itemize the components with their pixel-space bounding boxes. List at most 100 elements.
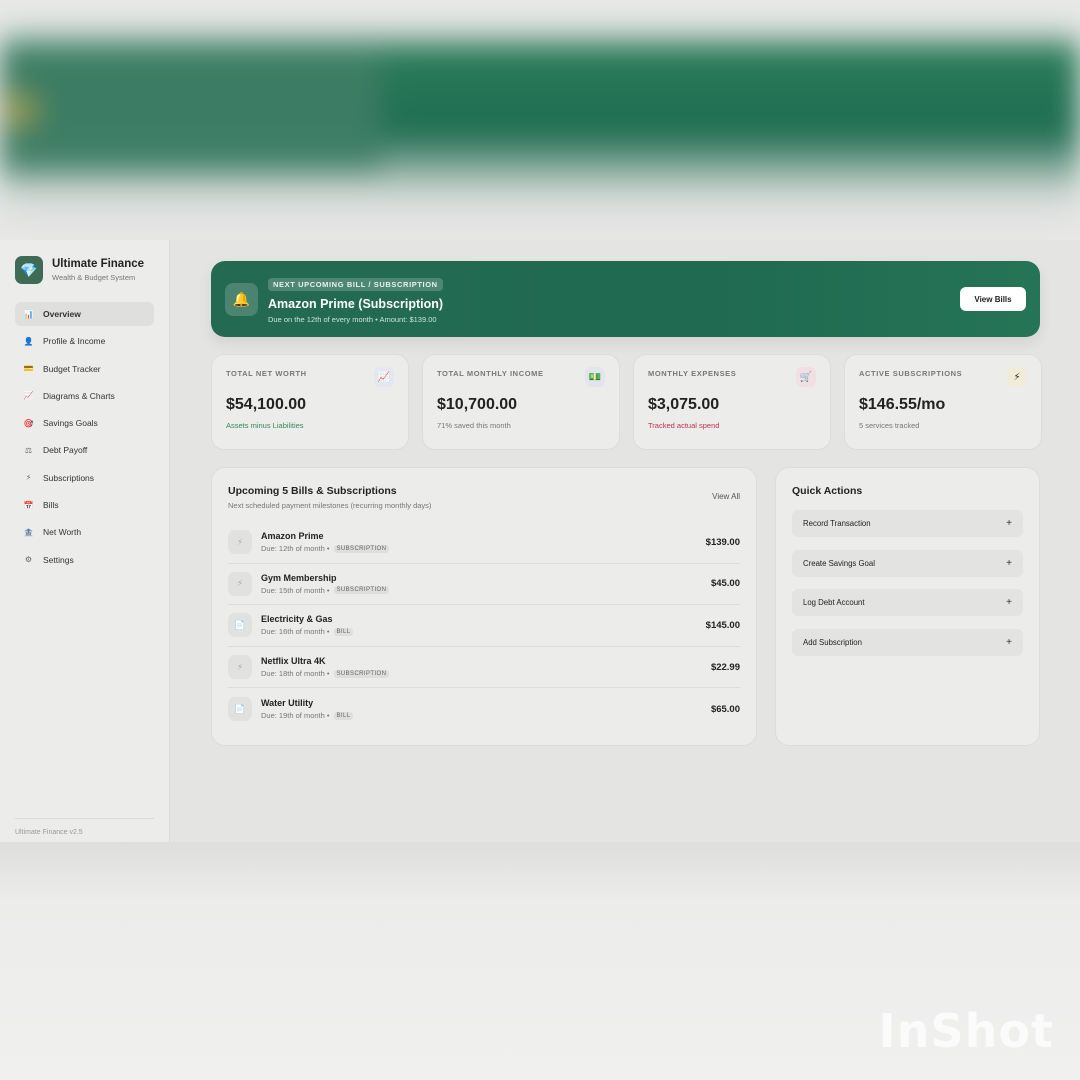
sidebar-item-label: Net Worth bbox=[43, 527, 82, 538]
bill-name: Electricity & Gas bbox=[261, 614, 333, 625]
sidebar-item-savings-goals[interactable]: 🎯 Savings Goals bbox=[15, 411, 154, 435]
bill-due: Due: 19th of month • bbox=[261, 711, 330, 721]
stat-label: TOTAL MONTHLY INCOME bbox=[437, 369, 544, 378]
bill-type-badge: SUBSCRIPTION bbox=[333, 669, 390, 678]
view-all-link[interactable]: View All bbox=[712, 492, 740, 501]
sidebar-item-label: Diagrams & Charts bbox=[43, 390, 115, 401]
blurred-dot bbox=[0, 90, 40, 130]
bill-amount: $45.00 bbox=[710, 578, 740, 590]
watermark-logo: InShot bbox=[878, 1004, 1054, 1058]
bill-due: Due: 16th of month • bbox=[261, 627, 330, 637]
sidebar-item-overview[interactable]: 📊 Overview bbox=[15, 302, 154, 326]
app-window: 💎 Ultimate Finance Wealth & Budget Syste… bbox=[0, 240, 1080, 842]
blurred-top-band bbox=[0, 0, 1080, 240]
bill-name: Water Utility bbox=[261, 698, 314, 709]
lightning-icon: ⚡ bbox=[228, 571, 252, 596]
banner-subtitle: Due on the 12th of every month • Amount:… bbox=[268, 315, 437, 324]
brand-tagline: Wealth & Budget System bbox=[52, 273, 136, 282]
money-icon: 💵 bbox=[585, 367, 605, 387]
bill-row[interactable]: ⚡ Gym Membership Due: 15th of month • SU… bbox=[228, 564, 740, 606]
sidebar-item-debt-payoff[interactable]: ⚖ Debt Payoff bbox=[15, 438, 154, 462]
lightning-icon: ⚡ bbox=[25, 473, 32, 483]
scale-icon: ⚖ bbox=[24, 445, 33, 455]
sidebar-item-bills[interactable]: 📅 Bills bbox=[15, 493, 154, 517]
bank-icon: 🏦 bbox=[23, 527, 34, 537]
stat-label: TOTAL NET WORTH bbox=[226, 369, 307, 378]
add-subscription-button[interactable]: Add Subscription + bbox=[792, 628, 1023, 656]
line-chart-icon: 📈 bbox=[23, 391, 34, 401]
sidebar-item-label: Overview bbox=[43, 309, 81, 319]
sidebar-item-net-worth[interactable]: 🏦 Net Worth bbox=[15, 520, 154, 544]
bill-row[interactable]: ⚡ Amazon Prime Due: 12th of month • SUBS… bbox=[228, 522, 740, 564]
gear-icon: ⚙ bbox=[24, 555, 33, 565]
stat-value: $146.55/mo bbox=[859, 396, 946, 413]
sidebar-item-label: Debt Payoff bbox=[43, 445, 88, 456]
sidebar-nav: 📊 Overview 👤 Profile & Income 💳 Budget T… bbox=[15, 302, 154, 572]
stat-label: MONTHLY EXPENSES bbox=[648, 369, 737, 378]
bill-amount: $139.00 bbox=[705, 536, 740, 548]
bar-chart-icon: 📊 bbox=[23, 309, 34, 319]
sidebar-item-label: Subscriptions bbox=[43, 472, 95, 483]
bills-title: Upcoming 5 Bills & Subscriptions bbox=[228, 485, 397, 497]
stat-cards: TOTAL NET WORTH 📈 $54,100.00 Assets minu… bbox=[211, 354, 1042, 450]
lightning-icon: ⚡ bbox=[1007, 367, 1027, 387]
sidebar-item-budget-tracker[interactable]: 💳 Budget Tracker bbox=[15, 357, 154, 381]
quick-action-label: Record Transaction bbox=[803, 519, 871, 528]
sidebar-item-label: Bills bbox=[43, 500, 59, 511]
quick-actions-title: Quick Actions bbox=[792, 485, 863, 497]
bill-type-badge: SUBSCRIPTION bbox=[333, 544, 390, 553]
view-bills-button[interactable]: View Bills bbox=[960, 287, 1026, 311]
gem-icon: 💎 bbox=[15, 256, 43, 284]
brand: 💎 Ultimate Finance Wealth & Budget Syste… bbox=[15, 256, 154, 284]
stat-card-active-subscriptions: ACTIVE SUBSCRIPTIONS ⚡ $146.55/mo 5 serv… bbox=[844, 354, 1042, 450]
chart-up-icon: 📈 bbox=[374, 367, 394, 387]
bell-icon: 🔔 bbox=[225, 282, 258, 316]
bill-meta: Due: 16th of month • BILL bbox=[261, 627, 354, 637]
sidebar-item-profile-income[interactable]: 👤 Profile & Income bbox=[15, 329, 154, 353]
bill-meta: Due: 15th of month • SUBSCRIPTION bbox=[261, 586, 390, 595]
bill-list: ⚡ Amazon Prime Due: 12th of month • SUBS… bbox=[228, 522, 740, 730]
bill-type-badge: BILL bbox=[333, 711, 354, 720]
stat-note: 5 services tracked bbox=[859, 421, 920, 430]
bill-name: Gym Membership bbox=[261, 572, 337, 583]
bill-row[interactable]: 📄 Electricity & Gas Due: 16th of month •… bbox=[228, 605, 740, 647]
user-icon: 👤 bbox=[23, 336, 34, 346]
bill-meta: Due: 19th of month • BILL bbox=[261, 711, 354, 721]
sidebar-item-label: Settings bbox=[43, 554, 74, 565]
plus-icon: + bbox=[1006, 597, 1012, 608]
stat-card-monthly-expenses: MONTHLY EXPENSES 🛒 $3,075.00 Tracked act… bbox=[633, 354, 831, 450]
record-transaction-button[interactable]: Record Transaction + bbox=[792, 510, 1023, 537]
credit-card-icon: 💳 bbox=[23, 364, 34, 374]
bill-row[interactable]: 📄 Water Utility Due: 19th of month • BIL… bbox=[228, 688, 740, 730]
bill-due: Due: 12th of month • bbox=[261, 544, 330, 554]
stat-note: Assets minus Liabilities bbox=[226, 421, 304, 430]
sidebar-item-settings[interactable]: ⚙ Settings bbox=[15, 548, 154, 572]
stat-value: $10,700.00 bbox=[437, 396, 518, 413]
quick-action-label: Add Subscription bbox=[803, 637, 862, 647]
create-savings-goal-button[interactable]: Create Savings Goal + bbox=[792, 549, 1023, 577]
stat-card-net-worth: TOTAL NET WORTH 📈 $54,100.00 Assets minu… bbox=[211, 354, 409, 450]
bill-name: Netflix Ultra 4K bbox=[261, 656, 326, 667]
quick-action-label: Log Debt Account bbox=[803, 598, 865, 607]
lower-panels: Upcoming 5 Bills & Subscriptions Next sc… bbox=[211, 467, 1042, 746]
blurred-block bbox=[0, 50, 380, 170]
sidebar-item-diagrams-charts[interactable]: 📈 Diagrams & Charts bbox=[15, 384, 154, 408]
lightning-icon: ⚡ bbox=[228, 530, 252, 555]
sidebar-item-label: Profile & Income bbox=[43, 336, 106, 347]
stat-note: 71% saved this month bbox=[437, 421, 511, 430]
app-version: Ultimate Finance v2.5 bbox=[15, 818, 154, 836]
next-bill-banner: 🔔 NEXT UPCOMING BILL / SUBSCRIPTION Amaz… bbox=[211, 261, 1040, 337]
bill-due: Due: 18th of month • bbox=[261, 669, 330, 679]
sidebar-item-subscriptions[interactable]: ⚡ Subscriptions bbox=[15, 466, 154, 490]
bill-name: Amazon Prime bbox=[261, 531, 324, 542]
document-icon: 📄 bbox=[228, 697, 252, 722]
sidebar-item-label: Budget Tracker bbox=[43, 363, 101, 374]
bill-row[interactable]: ⚡ Netflix Ultra 4K Due: 18th of month • … bbox=[228, 647, 740, 689]
calendar-icon: 📅 bbox=[23, 500, 34, 510]
stat-label: ACTIVE SUBSCRIPTIONS bbox=[859, 369, 963, 378]
sidebar: 💎 Ultimate Finance Wealth & Budget Syste… bbox=[0, 240, 170, 842]
bill-meta: Due: 18th of month • SUBSCRIPTION bbox=[261, 669, 390, 679]
log-debt-account-button[interactable]: Log Debt Account + bbox=[792, 589, 1023, 616]
stat-card-monthly-income: TOTAL MONTHLY INCOME 💵 $10,700.00 71% sa… bbox=[422, 354, 620, 450]
plus-icon: + bbox=[1006, 557, 1012, 569]
